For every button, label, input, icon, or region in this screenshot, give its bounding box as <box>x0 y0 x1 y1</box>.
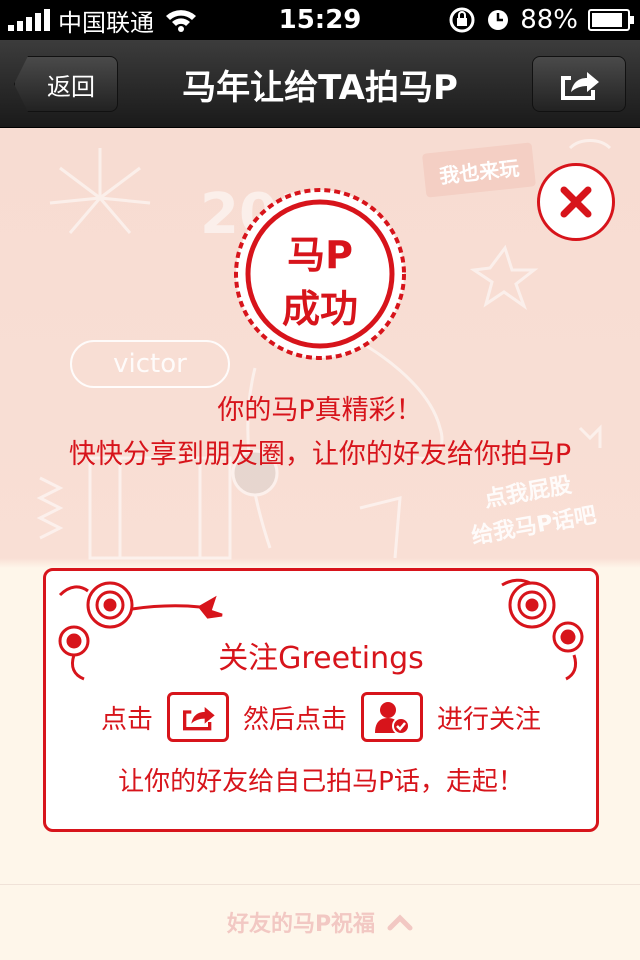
blessing-label: 好友的马P祝福 <box>226 912 376 937</box>
stamp-line1: 马P <box>287 233 353 277</box>
share-icon <box>166 692 229 742</box>
instr-step2: 然后点击 <box>242 704 347 735</box>
rotation-lock-icon <box>449 7 475 33</box>
alarm-icon <box>488 10 509 30</box>
follow-account-icon <box>361 692 423 742</box>
stamp-line2: 成功 <box>281 287 358 331</box>
back-button[interactable]: 返回 <box>14 56 118 112</box>
content-area: 2014 我也来玩 victor 点我屁股 给我马P话吧 马P 成功 你的马P真… <box>0 128 640 960</box>
chevron-up-icon <box>387 914 413 931</box>
share-icon <box>561 72 599 100</box>
friend-blessings-toggle[interactable]: 好友的马P祝福 <box>0 906 640 938</box>
nav-bar: 返回 马年让给TA拍马P <box>0 40 640 128</box>
battery-percent: 88% <box>520 5 578 35</box>
star-icon <box>469 244 539 310</box>
follow-instructions: 点击 然后点击 进行关注 <box>46 689 596 745</box>
follow-title: 关注Greetings <box>218 641 424 676</box>
divider <box>0 884 640 885</box>
follow-card: 关注Greetings 点击 然后点击 进行关注 让你的好友给自己拍马P话，走起… <box>43 568 599 832</box>
success-message: 你的马P真精彩！ <box>217 395 423 426</box>
success-stamp: 马P 成功 <box>232 186 408 362</box>
battery-icon <box>588 9 634 31</box>
share-prompt: 快快分享到朋友圈，让你的好友给你拍马P <box>68 439 572 470</box>
firework-icon <box>49 148 151 234</box>
share-button[interactable] <box>532 56 626 112</box>
instr-step1: 点击 <box>100 704 153 735</box>
instr-step3: 进行关注 <box>437 704 542 735</box>
status-bar: 中国联通 15:29 88% <box>0 0 640 40</box>
page-title: 马年让给TA拍马P <box>182 67 458 108</box>
close-icon <box>560 186 592 218</box>
close-button[interactable] <box>537 163 615 241</box>
follow-footer: 让你的好友给自己拍马P话，走起！ <box>118 767 524 797</box>
name-bubble: victor <box>70 340 230 388</box>
battery-fill <box>592 13 622 27</box>
